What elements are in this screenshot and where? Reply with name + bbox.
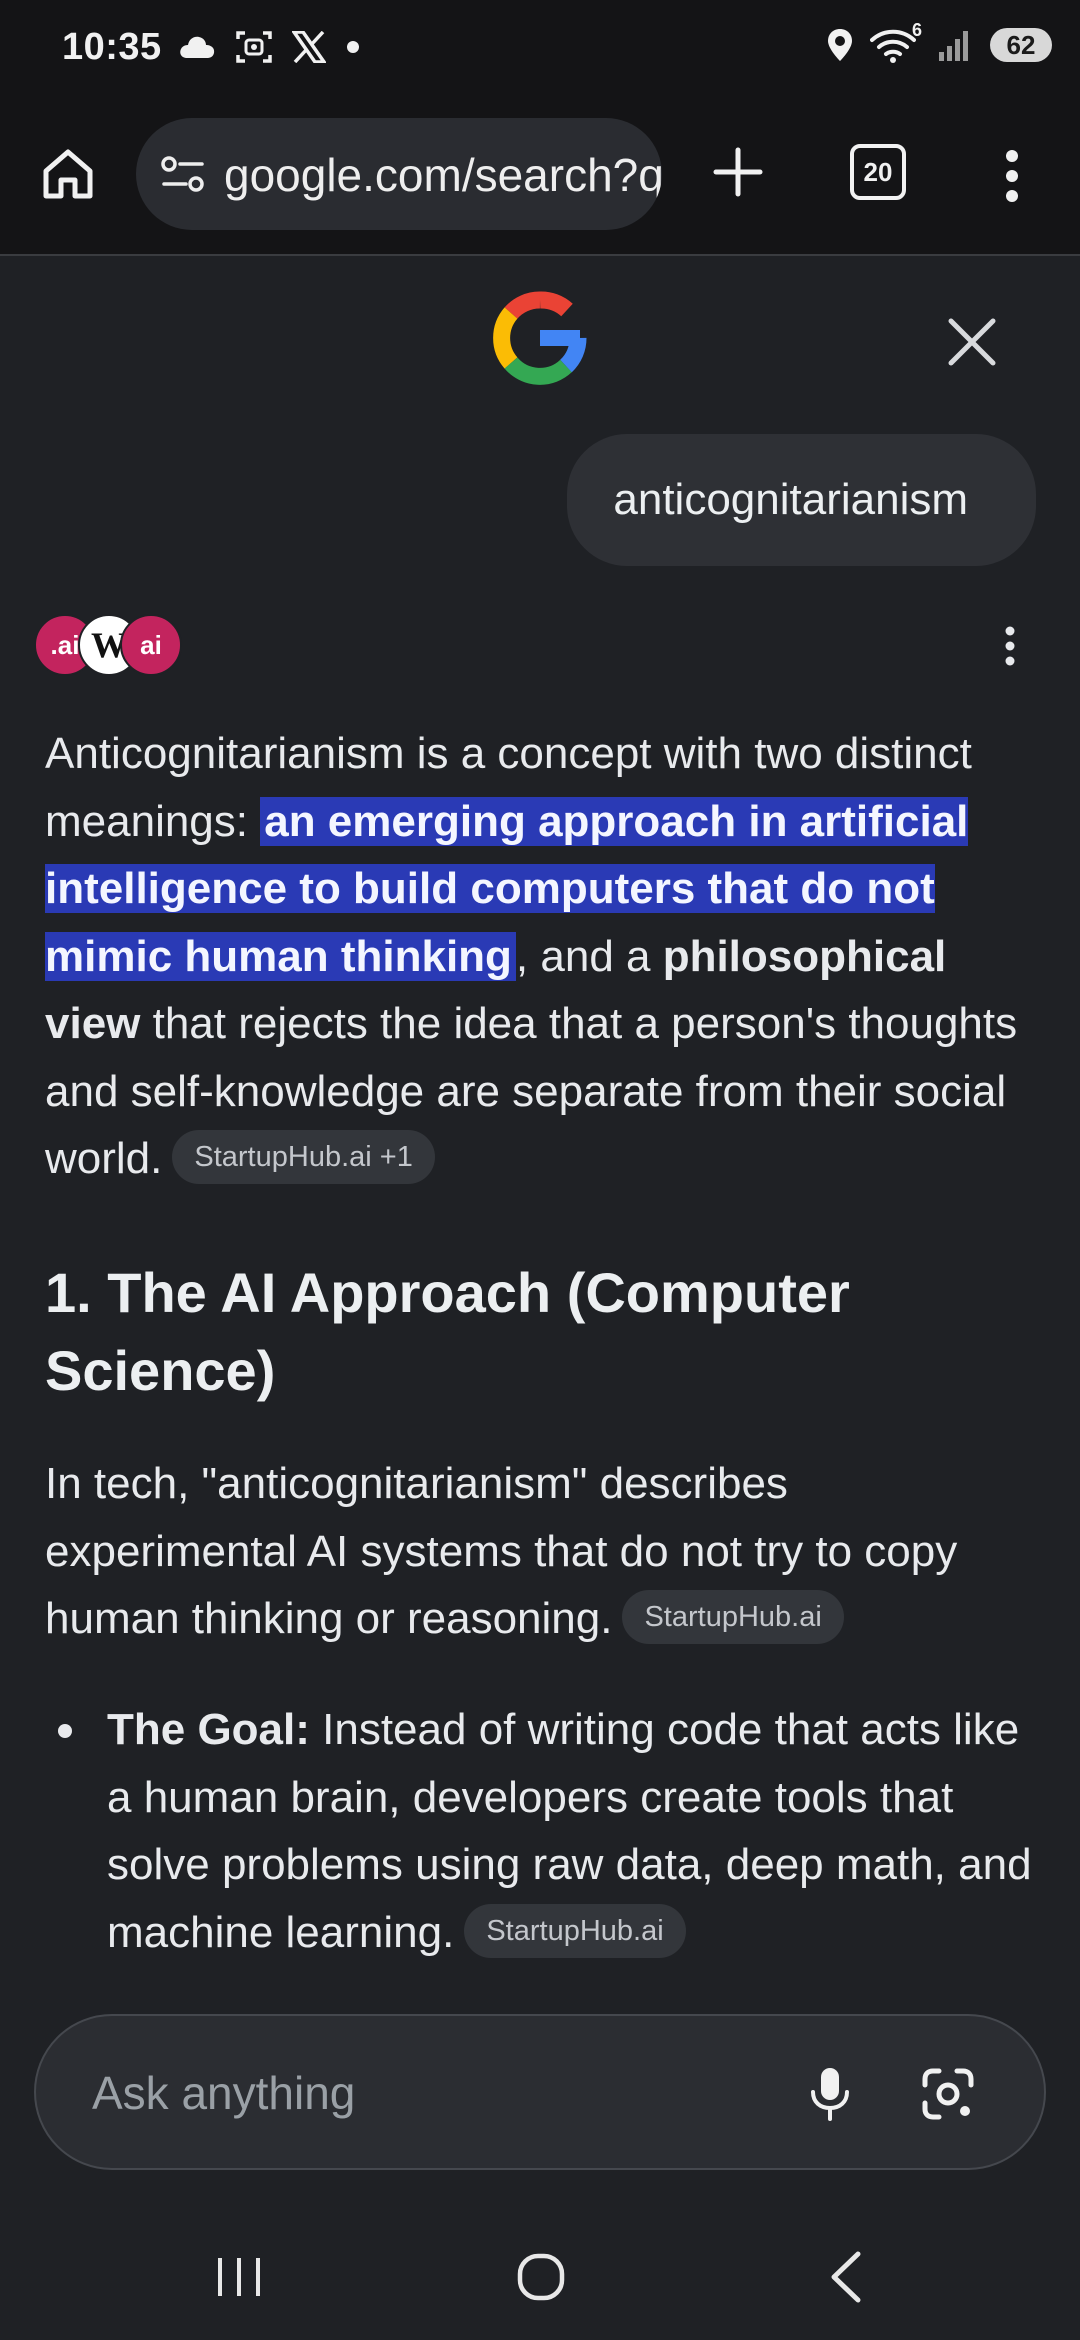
browser-toolbar: google.com/search?q=anticognitarianism 2… — [0, 100, 1080, 256]
system-navigation-bar — [0, 2220, 1080, 2340]
ai-answer-intro: Anticognitarianism is a concept with two… — [45, 720, 1035, 1193]
close-icon — [948, 318, 996, 366]
source-chip[interactable]: StartupHub.ai — [464, 1903, 686, 1958]
home-icon — [43, 149, 93, 199]
bullet-dot — [58, 1724, 72, 1738]
battery-icon: 62 — [990, 28, 1052, 62]
new-tab-button[interactable] — [704, 138, 772, 206]
source-chip[interactable]: StartupHub.ai +1 — [172, 1130, 435, 1185]
browser-menu-button[interactable] — [988, 140, 1036, 212]
ask-placeholder: Ask anything — [92, 2067, 356, 2119]
user-query-bubble: anticognitarianism — [567, 434, 1036, 566]
section-heading: 1. The AI Approach (Computer Science) — [45, 1261, 850, 1402]
address-bar[interactable]: google.com/search?q=anticognitarianism — [136, 118, 662, 230]
url-text: google.com/search?q=anticognitarianism — [224, 149, 662, 201]
answer-options-button[interactable] — [996, 622, 1024, 670]
lens-button[interactable] — [916, 2062, 980, 2126]
back-icon[interactable] — [826, 2250, 866, 2304]
home-button[interactable] — [36, 142, 100, 206]
ask-input[interactable]: Ask anything — [34, 2014, 1046, 2170]
google-logo-icon — [493, 291, 587, 385]
more-vert-icon — [1005, 626, 1015, 666]
site-settings-icon[interactable] — [160, 152, 206, 196]
plus-icon — [713, 147, 763, 197]
voice-search-button[interactable] — [798, 2062, 862, 2126]
wifi-icon: 6 — [870, 20, 922, 64]
wifi-badge: 6 — [912, 20, 923, 40]
google-lens-icon — [922, 2068, 974, 2120]
answer-text: , and a — [515, 931, 663, 981]
tab-switcher-button[interactable]: 20 — [850, 144, 906, 200]
signal-icon — [939, 31, 968, 61]
source-chip[interactable]: StartupHub.ai — [622, 1590, 844, 1645]
source-avatar-ai[interactable]: ai — [120, 614, 182, 676]
status-time: 10:35 — [62, 26, 162, 68]
home-nav-icon[interactable] — [516, 2252, 566, 2302]
x-app-icon — [292, 31, 326, 63]
more-vert-icon — [1006, 150, 1018, 202]
mic-icon — [811, 2068, 849, 2121]
answer-paragraph: In tech, "anticognitarianism" describes … — [45, 1450, 1035, 1653]
status-bar: 10:35 6 62 — [0, 0, 1080, 100]
bullet-text: The Goal: Instead of writing code that a… — [107, 1696, 1033, 1966]
location-icon — [828, 29, 852, 61]
cloud-icon — [180, 36, 215, 58]
dot-icon — [347, 41, 359, 53]
system-icons: 6 62 — [826, 20, 1052, 64]
bullet-label: The Goal: — [107, 1705, 310, 1754]
source-avatars[interactable]: .ai W ai — [34, 614, 184, 676]
close-button[interactable] — [942, 312, 1002, 372]
recent-apps-icon[interactable] — [214, 2254, 264, 2300]
notification-icons — [178, 30, 360, 64]
screenshot-icon — [236, 31, 272, 63]
